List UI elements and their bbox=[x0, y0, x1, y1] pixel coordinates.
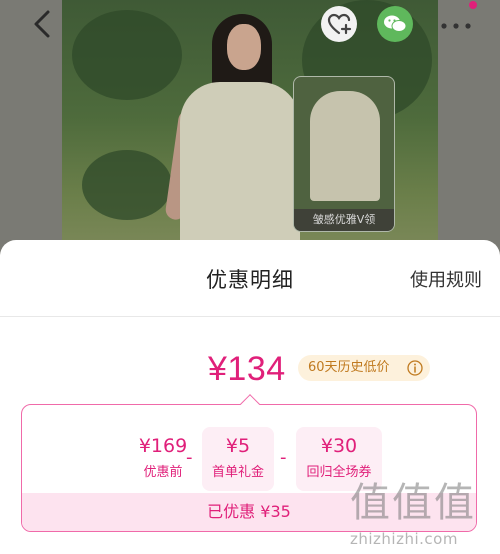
watermark-url: zhizhizhi.com bbox=[350, 530, 458, 548]
original-price-item: ¥169 优惠前 bbox=[118, 427, 208, 491]
thumbnail-caption: 皱感优雅V领 bbox=[294, 209, 394, 231]
low-price-badge-label: 60天历史低价 bbox=[308, 360, 390, 375]
info-icon[interactable] bbox=[407, 360, 423, 376]
site-watermark: 值值值 zhizhizhi.com bbox=[350, 470, 500, 554]
watermark-logo: 值值值 bbox=[350, 480, 476, 526]
detail-thumbnail[interactable]: 皱感优雅V领 bbox=[293, 76, 395, 232]
model-dress bbox=[180, 82, 300, 260]
more-icon[interactable] bbox=[436, 6, 476, 40]
minus-operator: - bbox=[280, 447, 287, 468]
first-order-bonus-label: 首单礼金 bbox=[211, 465, 264, 480]
product-image-area: 皱感优雅V领 bbox=[0, 0, 500, 260]
first-order-bonus-item: ¥5 首单礼金 bbox=[202, 427, 274, 491]
minus-operator: - bbox=[186, 447, 193, 468]
favorite-button[interactable] bbox=[321, 6, 357, 42]
favorite-add-icon bbox=[327, 13, 352, 35]
thumbnail-dress bbox=[310, 91, 380, 201]
first-order-bonus-amount: ¥5 bbox=[225, 435, 251, 457]
original-price-amount: ¥169 bbox=[138, 435, 188, 457]
return-coupon-amount: ¥30 bbox=[320, 435, 358, 457]
usage-rules-link[interactable]: 使用规则 bbox=[410, 266, 482, 292]
divider bbox=[0, 316, 500, 317]
model-face bbox=[227, 24, 261, 70]
foliage-shape bbox=[72, 10, 182, 100]
foliage-shape bbox=[82, 150, 172, 220]
wechat-share-button[interactable] bbox=[377, 6, 413, 42]
back-icon[interactable] bbox=[30, 8, 58, 40]
original-price-label: 优惠前 bbox=[143, 465, 183, 480]
wechat-icon bbox=[384, 15, 407, 32]
notification-dot bbox=[469, 1, 477, 9]
final-price: ¥134 bbox=[208, 350, 286, 388]
